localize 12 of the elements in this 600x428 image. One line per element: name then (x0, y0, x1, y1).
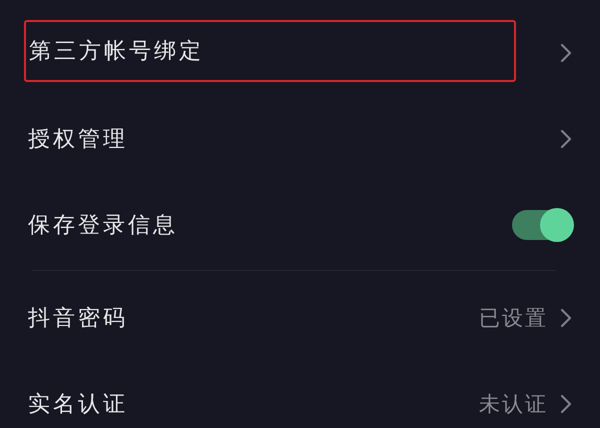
setting-label[interactable]: 实名认证 (24, 389, 128, 419)
setting-value: 已设置 (479, 305, 548, 332)
toggle-switch[interactable] (512, 210, 572, 240)
chevron-right-icon[interactable] (560, 43, 572, 63)
setting-label[interactable]: 授权管理 (24, 124, 128, 154)
setting-value: 未认证 (479, 391, 548, 418)
chevron-right-icon[interactable] (560, 308, 572, 328)
setting-label[interactable]: 第三方帐号绑定 (29, 36, 204, 66)
setting-label[interactable]: 保存登录信息 (24, 210, 178, 240)
setting-label[interactable]: 抖音密码 (24, 303, 128, 333)
chevron-right-icon[interactable] (560, 129, 572, 149)
chevron-right-icon[interactable] (560, 394, 572, 414)
